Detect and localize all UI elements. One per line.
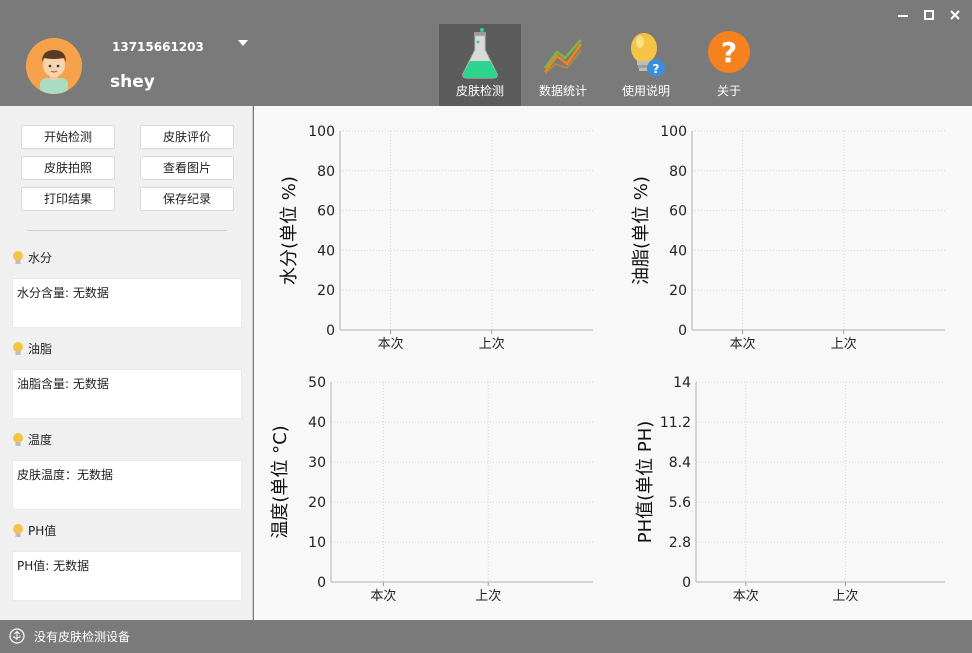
header-bar: 13715661203 shey 皮肤检测 数据统计 ? 使用说明 ? 关于 (0, 0, 972, 106)
oil-title-label: 油脂 (28, 342, 53, 356)
tab-about-label: 关于 (716, 84, 741, 98)
view-images-button[interactable]: 查看图片 (140, 156, 234, 180)
tab-skin-detection[interactable]: 皮肤检测 (439, 24, 521, 106)
ph-section-title: PH值 (12, 522, 56, 539)
lightbulb-icon (13, 250, 23, 264)
y-tick-label: 20 (308, 495, 326, 511)
y-tick-label: 40 (317, 243, 335, 259)
y-tick-label: 80 (669, 164, 687, 180)
moisture-title-label: 水分 (28, 251, 53, 265)
temperature-value-box: 皮肤温度：无数据 (12, 460, 242, 510)
tab-skin-detection-label: 皮肤检测 (455, 84, 504, 98)
sidebar: 开始检测 皮肤评价 皮肤拍照 查看图片 打印结果 保存纪录 水分 水分含量: 无… (0, 106, 253, 620)
y-tick-label: 0 (326, 323, 335, 339)
tab-data-statistics-label: 数据统计 (538, 84, 587, 98)
x-tick-label: 上次 (475, 588, 501, 604)
svg-text:?: ? (721, 36, 737, 69)
charts-area: 0 20 40 60 80 100 本次 上次 水分(单位 %) 0 20 40 60 80 100 本次上… (254, 106, 972, 620)
minimize-icon[interactable] (896, 8, 910, 22)
close-icon[interactable] (948, 8, 962, 22)
status-message: 没有皮肤检测设备 (34, 630, 131, 644)
lightbulb-help-icon: ? (631, 33, 665, 77)
plot-area (340, 131, 593, 330)
oil-section-title: 油脂 (12, 340, 52, 357)
ph-title-label: PH值 (28, 524, 57, 538)
app-window: 13715661203 shey 皮肤检测 数据统计 ? 使用说明 ? 关于 开… (0, 0, 972, 653)
y-tick-label: 8.4 (669, 455, 691, 471)
y-tick-label: 10 (308, 535, 326, 551)
y-tick-label: 0 (317, 575, 326, 591)
ph-value-box: PH值: 无数据 (12, 551, 242, 601)
y-axis-label: 油脂(单位 %) (631, 176, 652, 285)
y-tick-label: 100 (660, 124, 687, 140)
y-tick-label: 40 (308, 415, 326, 431)
user-avatar-icon (26, 38, 82, 94)
temperature-title-label: 温度 (28, 433, 53, 447)
user-phone: 13715661203 (112, 40, 204, 54)
oil-chart: 0 20 40 60 80 100 本次 上次 油脂(单位 %) (631, 124, 945, 352)
flask-icon (462, 28, 498, 79)
line-chart-icon (544, 39, 583, 75)
y-tick-label: 40 (669, 243, 687, 259)
y-tick-label: 60 (317, 204, 335, 220)
avatar[interactable] (26, 38, 82, 94)
x-tick-label: 本次 (378, 336, 404, 352)
sidebar-divider (27, 230, 227, 231)
tab-instructions[interactable]: ? 使用说明 (605, 24, 687, 106)
y-axis-label: PH值(单位 PH) (635, 421, 656, 544)
y-tick-label: 14 (673, 375, 691, 391)
chevron-down-icon[interactable] (238, 40, 248, 46)
tab-about[interactable]: ? 关于 (688, 24, 770, 106)
save-record-button[interactable]: 保存纪录 (140, 187, 234, 211)
tab-data-statistics[interactable]: 数据统计 (522, 24, 604, 106)
usb-icon (9, 628, 25, 644)
tab-instructions-label: 使用说明 (621, 84, 670, 98)
svg-text:?: ? (653, 62, 660, 76)
question-mark-icon: ? (708, 31, 750, 73)
status-bar: 没有皮肤检测设备 (0, 620, 972, 653)
moisture-chart: 0 20 40 60 80 100 本次 上次 水分(单位 %) (279, 124, 593, 352)
plot-area (692, 131, 945, 330)
x-tick-label: 上次 (832, 588, 858, 604)
y-tick-label: 30 (308, 455, 326, 471)
moisture-section-title: 水分 (12, 249, 52, 266)
y-tick-label: 50 (308, 375, 326, 391)
x-tick-label: 本次 (733, 588, 759, 604)
y-tick-label: 2.8 (669, 535, 691, 551)
y-tick-label: 80 (317, 164, 335, 180)
x-tick-label: 本次 (370, 588, 396, 604)
plot-area (696, 382, 945, 582)
x-tick-label: 上次 (831, 336, 857, 352)
oil-value-box: 油脂含量: 无数据 (12, 369, 242, 419)
y-tick-label: 11.2 (660, 415, 691, 431)
x-tick-label: 上次 (479, 336, 505, 352)
lightbulb-icon (13, 523, 23, 537)
y-tick-label: 0 (682, 575, 691, 591)
y-tick-label: 100 (308, 124, 335, 140)
moisture-value-box: 水分含量: 无数据 (12, 278, 242, 328)
user-name: shey (110, 72, 155, 92)
skin-photo-button[interactable]: 皮肤拍照 (21, 156, 115, 180)
start-detection-button[interactable]: 开始检测 (21, 125, 115, 149)
temperature-chart: 0 10 20 30 40 50 本次 上次 温度(单位 °C) (270, 375, 593, 604)
maximize-icon[interactable] (922, 8, 936, 22)
y-tick-label: 5.6 (669, 495, 691, 511)
y-tick-label: 0 (678, 323, 687, 339)
y-axis-label: 温度(单位 °C) (270, 425, 291, 538)
lightbulb-icon (13, 341, 23, 355)
skin-evaluation-button[interactable]: 皮肤评价 (140, 125, 234, 149)
ph-chart: 0 2.8 5.6 8.4 11.2 14 本次 上次 PH值(单位 PH) (635, 375, 945, 604)
temperature-section-title: 温度 (12, 431, 52, 448)
x-tick-label: 本次 (730, 336, 756, 352)
print-results-button[interactable]: 打印结果 (21, 187, 115, 211)
plot-area (331, 382, 593, 582)
y-tick-label: 20 (669, 283, 687, 299)
y-tick-label: 60 (669, 204, 687, 220)
lightbulb-icon (13, 432, 23, 446)
y-axis-label: 水分(单位 %) (279, 176, 300, 285)
y-tick-label: 20 (317, 283, 335, 299)
